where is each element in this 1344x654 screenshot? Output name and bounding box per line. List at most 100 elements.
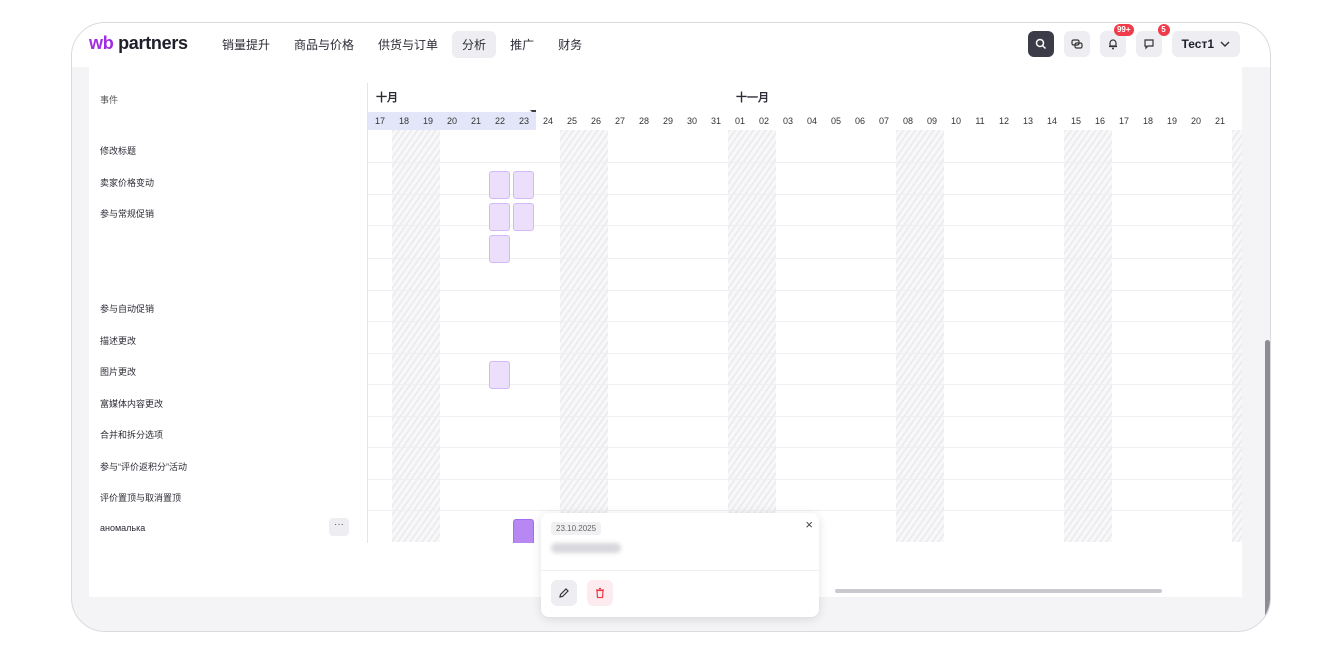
day-header[interactable]: 03 [776, 112, 800, 130]
search-icon [1035, 38, 1046, 50]
row-more-button[interactable]: ··· [329, 518, 349, 536]
day-header[interactable]: 14 [1040, 112, 1064, 130]
event-block[interactable] [489, 171, 510, 199]
day-header[interactable]: 12 [992, 112, 1016, 130]
nav-item-finance[interactable]: 财务 [548, 31, 592, 58]
top-navigation: wb partners 销量提升 商品与价格 供货与订单 分析 推广 财务 99… [72, 23, 1270, 67]
day-header[interactable]: 22 [488, 112, 512, 130]
delete-button[interactable] [587, 580, 613, 606]
event-block[interactable] [489, 203, 510, 231]
day-header[interactable]: 24 [536, 112, 560, 130]
row-label-rich-content-change: 富媒体内容更改 [100, 399, 164, 409]
popup-blurred-text [551, 543, 621, 553]
day-header[interactable]: 26 [584, 112, 608, 130]
day-header[interactable]: 04 [800, 112, 824, 130]
event-block[interactable] [513, 171, 534, 199]
row-label-title-change: 修改标题 [100, 146, 137, 156]
row-divider [368, 353, 1242, 354]
main-nav: 销量提升 商品与价格 供货与订单 分析 推广 财务 [212, 31, 592, 58]
day-header[interactable]: 29 [656, 112, 680, 130]
chat-button[interactable] [1063, 31, 1090, 57]
header-actions: 99+ 5 Тест1 [1027, 24, 1240, 57]
day-header[interactable]: 28 [632, 112, 656, 130]
app-frame: wb partners 销量提升 商品与价格 供货与订单 分析 推广 财务 99… [71, 22, 1271, 632]
vertical-scrollbar[interactable] [1265, 340, 1270, 622]
day-header[interactable]: 31 [704, 112, 728, 130]
popup-date: 23.10.2025 [551, 522, 602, 535]
chat-icon [1070, 39, 1083, 49]
close-button[interactable]: × [805, 517, 813, 532]
row-divider [368, 162, 1242, 163]
popup-divider [541, 570, 819, 571]
message-icon [1143, 39, 1154, 50]
row-divider [368, 479, 1242, 480]
logo-partners: partners [113, 33, 188, 53]
row-label-seller-price-change: 卖家价格变动 [100, 178, 155, 188]
logo-wb: wb [89, 33, 114, 53]
nav-item-promotion[interactable]: 推广 [500, 31, 544, 58]
day-header[interactable]: 20 [1184, 112, 1208, 130]
day-header[interactable]: 01 [728, 112, 752, 130]
day-header[interactable]: 10 [944, 112, 968, 130]
day-header[interactable]: 15 [1064, 112, 1088, 130]
weekend-column [560, 130, 608, 542]
nav-item-analytics[interactable]: 分析 [452, 31, 497, 58]
event-block[interactable] [489, 361, 510, 389]
day-header[interactable]: 06 [848, 112, 872, 130]
day-header[interactable]: 18 [392, 112, 416, 130]
weekend-column [896, 130, 944, 542]
chevron-down-icon [1220, 41, 1230, 47]
nav-item-sales-growth[interactable]: 销量提升 [212, 31, 280, 58]
month-label-october: 十月 [376, 92, 398, 104]
weekend-column [1064, 130, 1112, 542]
day-header[interactable]: 2 [1232, 112, 1242, 130]
row-divider [368, 290, 1242, 291]
day-header[interactable]: 11 [968, 112, 992, 130]
day-header[interactable]: 20 [440, 112, 464, 130]
day-header[interactable]: 17 [368, 112, 392, 130]
logo[interactable]: wb partners [89, 33, 188, 54]
messages-button[interactable]: 5 [1135, 24, 1170, 57]
day-header[interactable]: 09 [920, 112, 944, 130]
day-header[interactable]: 21 [1208, 112, 1232, 130]
day-header[interactable]: 23 [512, 112, 536, 130]
row-divider [368, 510, 1242, 511]
timeline-grid: 十月 十一月 17 18 19 20 21 22 23 24 25 26 27 28 29 30 31 01 0… [368, 83, 1242, 543]
user-menu-button[interactable]: Тест1 [1171, 31, 1240, 57]
day-header[interactable]: 08 [896, 112, 920, 130]
nav-item-products-prices[interactable]: 商品与价格 [284, 31, 364, 58]
day-header[interactable]: 19 [416, 112, 440, 130]
row-divider [368, 416, 1242, 417]
day-header[interactable]: 16 [1088, 112, 1112, 130]
trash-icon [596, 587, 604, 599]
event-labels-column: 事件 修改标题 卖家价格变动 参与常规促销 参与自动促销 描述更改 图片更改 富… [89, 67, 367, 543]
day-header[interactable]: 19 [1160, 112, 1184, 130]
user-name: Тест1 [1181, 37, 1214, 51]
event-block[interactable] [489, 235, 510, 263]
day-header[interactable]: 18 [1136, 112, 1160, 130]
row-label-image-change: 图片更改 [100, 367, 137, 377]
search-button[interactable] [1027, 31, 1054, 57]
day-header[interactable]: 25 [560, 112, 584, 130]
day-header[interactable]: 07 [872, 112, 896, 130]
day-header[interactable]: 27 [608, 112, 632, 130]
row-label-regular-promo: 参与常规促销 [100, 209, 155, 219]
event-popup: 23.10.2025 × [541, 513, 819, 617]
day-header[interactable]: 21 [464, 112, 488, 130]
month-label-november: 十一月 [736, 92, 769, 104]
edit-button[interactable] [551, 580, 577, 606]
day-header[interactable]: 05 [824, 112, 848, 130]
row-label-description-change: 描述更改 [100, 336, 137, 346]
pencil-icon [559, 588, 569, 598]
day-header[interactable]: 30 [680, 112, 704, 130]
row-divider [368, 447, 1242, 448]
day-header[interactable]: 02 [752, 112, 776, 130]
event-block[interactable] [513, 203, 534, 231]
nav-item-supply-orders[interactable]: 供货与订单 [368, 31, 448, 58]
notifications-button[interactable]: 99+ [1099, 24, 1134, 57]
event-block-selected[interactable] [513, 519, 534, 543]
day-header[interactable]: 13 [1016, 112, 1040, 130]
horizontal-scrollbar[interactable] [835, 589, 1162, 593]
row-label-review-pin: 评价置顶与取消置顶 [100, 493, 182, 503]
day-header[interactable]: 17 [1112, 112, 1136, 130]
